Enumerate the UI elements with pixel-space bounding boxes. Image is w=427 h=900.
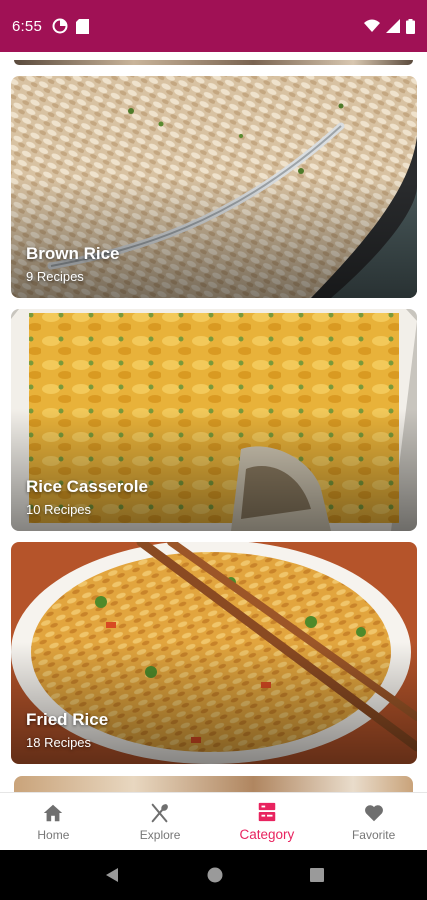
category-count: 18 Recipes <box>26 735 92 750</box>
category-card-fried-rice[interactable]: Fried Rice 18 Recipes <box>11 542 417 764</box>
category-count: 10 Recipes <box>26 502 92 517</box>
system-navigation-bar <box>0 850 427 900</box>
nav-label-favorite: Favorite <box>351 827 396 842</box>
nav-label-explore: Explore <box>139 827 181 842</box>
fork-spoon-icon <box>151 803 169 822</box>
home-icon <box>44 804 63 821</box>
category-list[interactable]: Brown Rice 9 Recipes Rice Casserole 10 R… <box>0 52 427 792</box>
nav-item-explore[interactable]: Explore <box>107 793 214 850</box>
status-bar: 6:55 <box>0 0 427 52</box>
heart-icon <box>364 804 383 821</box>
battery-icon <box>406 18 415 34</box>
nav-label-home: Home <box>37 827 70 842</box>
category-title: Fried Rice <box>26 710 109 729</box>
cell-signal-icon <box>386 19 400 33</box>
partial-card-bottom <box>14 776 413 792</box>
status-time: 6:55 <box>12 17 42 35</box>
nav-label-category: Category <box>239 827 295 842</box>
category-count: 9 Recipes <box>26 269 84 284</box>
sd-card-icon <box>76 18 89 34</box>
category-icon <box>258 802 276 822</box>
nav-item-home[interactable]: Home <box>0 793 107 850</box>
data-saver-icon <box>52 18 68 34</box>
partial-card-top <box>14 60 413 65</box>
recents-icon[interactable] <box>309 867 325 883</box>
nav-item-favorite[interactable]: Favorite <box>320 793 427 850</box>
category-title: Rice Casserole <box>26 477 148 496</box>
bottom-navigation: Home Explore Category Favorite <box>0 792 427 850</box>
card-shade <box>11 76 417 298</box>
wifi-icon <box>364 19 380 32</box>
back-icon[interactable] <box>103 866 121 884</box>
category-title: Brown Rice <box>26 244 120 263</box>
card-shade <box>11 542 417 764</box>
category-card-rice-casserole[interactable]: Rice Casserole 10 Recipes <box>11 309 417 531</box>
home-circle-icon[interactable] <box>206 866 224 884</box>
card-shade <box>11 309 417 531</box>
nav-item-category[interactable]: Category <box>214 793 321 850</box>
category-card-brown-rice[interactable]: Brown Rice 9 Recipes <box>11 76 417 298</box>
